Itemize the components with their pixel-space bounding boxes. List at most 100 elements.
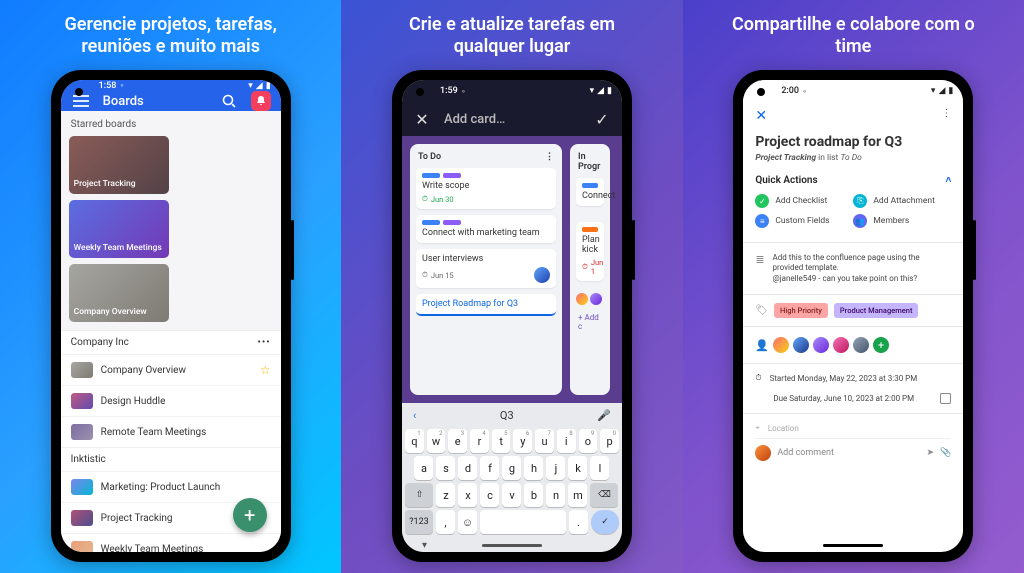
member-add-button[interactable]: + (873, 337, 889, 353)
due-date-row[interactable]: Due Saturday, June 10, 2023 at 2:00 PM (755, 388, 951, 409)
card-plan-kick[interactable]: Plan kick ⏱Jun 1 (576, 222, 604, 281)
workspace-header-company-inc[interactable]: Company Inc ••• (61, 330, 281, 354)
workspace-header-inktistic[interactable]: Inktistic (61, 447, 281, 471)
key-f[interactable]: f (480, 456, 499, 480)
key-period[interactable]: . (569, 510, 588, 534)
card-connect-marketing[interactable]: Connect with marketing team (416, 215, 556, 243)
notifications-button[interactable] (251, 91, 271, 111)
key-enter[interactable]: ✓ (591, 510, 619, 534)
list-menu-icon[interactable]: ⋮ (545, 152, 554, 162)
more-icon[interactable]: ••• (258, 337, 271, 348)
chevron-left-icon[interactable]: ‹ (413, 409, 416, 422)
board-card-company-overview[interactable]: Company Overview (69, 264, 169, 322)
key-symbols[interactable]: ?123 (405, 510, 433, 534)
location-row[interactable]: ⌖ Location (755, 418, 951, 438)
board-card-weekly-team-meetings[interactable]: Weekly Team Meetings (69, 200, 169, 258)
mic-icon[interactable]: 🎤 (597, 409, 611, 422)
list-in-progress[interactable]: In Progr Connect Plan kick ⏱Jun 1 + Add … (570, 144, 610, 395)
key-n[interactable]: n (546, 483, 565, 507)
qa-members[interactable]: 👥Members (853, 214, 947, 228)
key-comma[interactable]: , (436, 510, 455, 534)
card-user-interviews[interactable]: User interviews ⏱Jun 15 (416, 249, 556, 288)
board-row-remote-team-meetings[interactable]: Remote Team Meetings (61, 416, 281, 447)
key-u[interactable]: u7 (535, 429, 554, 453)
key-backspace[interactable]: ⌫ (590, 483, 618, 507)
key-m[interactable]: m (568, 483, 587, 507)
key-e[interactable]: e3 (448, 429, 467, 453)
key-b[interactable]: b (524, 483, 543, 507)
member-avatar[interactable] (793, 337, 809, 353)
more-icon[interactable]: ⋮ (941, 108, 951, 124)
label-product-management[interactable]: Product Management (834, 303, 919, 318)
list-to-do[interactable]: To Do ⋮ Write scope ⏱Jun 30 Connect with… (410, 144, 562, 395)
nav-keyboard-hide-icon[interactable]: ▾ (422, 540, 427, 551)
board-row-weekly-team-meetings[interactable]: Weekly Team Meetings (61, 533, 281, 552)
close-icon[interactable]: ✕ (755, 108, 767, 124)
keyboard-suggestion[interactable]: Q3 (500, 409, 514, 422)
key-t[interactable]: t5 (492, 429, 511, 453)
key-j[interactable]: j (546, 456, 565, 480)
chevron-up-icon[interactable]: ˄ (945, 175, 951, 186)
divider (743, 326, 963, 327)
attachment-icon: ⎘ (853, 194, 867, 208)
member-avatar[interactable] (813, 337, 829, 353)
search-icon[interactable] (219, 91, 239, 111)
key-i[interactable]: i8 (557, 429, 576, 453)
description-row[interactable]: ≣ Add this to the confluence page using … (755, 247, 951, 290)
add-card-link[interactable]: + Add c (576, 311, 604, 333)
board-card-project-tracking[interactable]: Project Tracking (69, 136, 169, 194)
board-canvas[interactable]: To Do ⋮ Write scope ⏱Jun 30 Connect with… (402, 136, 622, 403)
key-s[interactable]: s (436, 456, 455, 480)
labels-row[interactable]: 🏷 High Priority Product Management (755, 299, 951, 322)
create-board-fab[interactable]: + (233, 498, 267, 532)
card-title[interactable]: Project roadmap for Q3 (755, 134, 951, 150)
key-r[interactable]: r4 (470, 429, 489, 453)
attach-icon[interactable]: 📎 (940, 448, 951, 458)
key-x[interactable]: x (458, 483, 477, 507)
send-icon[interactable]: ➤ (927, 448, 935, 458)
key-l[interactable]: l (590, 456, 609, 480)
member-avatar[interactable] (853, 337, 869, 353)
start-date-row[interactable]: ⏱ Started Monday, May 22, 2023 at 3:30 P… (755, 368, 951, 388)
key-o[interactable]: o9 (579, 429, 598, 453)
key-p[interactable]: p0 (600, 429, 619, 453)
key-g[interactable]: g (502, 456, 521, 480)
member-avatar[interactable] (773, 337, 789, 353)
quick-actions-header[interactable]: Quick Actions ˄ (755, 171, 951, 190)
members-row[interactable]: 👤 + (755, 331, 951, 359)
key-space[interactable] (480, 510, 566, 534)
key-w[interactable]: w2 (427, 429, 446, 453)
qa-custom-fields[interactable]: ≡Custom Fields (755, 214, 849, 228)
key-a[interactable]: a (414, 456, 433, 480)
qa-add-attachment[interactable]: ⎘Add Attachment (853, 194, 947, 208)
board-row-design-huddle[interactable]: Design Huddle (61, 385, 281, 416)
new-card-input[interactable]: Project Roadmap for Q3 (416, 294, 556, 316)
key-d[interactable]: d (458, 456, 477, 480)
key-k[interactable]: k (568, 456, 587, 480)
key-v[interactable]: v (502, 483, 521, 507)
key-q[interactable]: q1 (405, 429, 424, 453)
divider (743, 413, 963, 414)
card-connect[interactable]: Connect (576, 178, 604, 206)
star-icon[interactable]: ☆ (260, 363, 271, 377)
card-write-scope[interactable]: Write scope ⏱Jun 30 (416, 168, 556, 209)
key-shift[interactable]: ⇧ (405, 483, 433, 507)
key-c[interactable]: c (480, 483, 499, 507)
key-h[interactable]: h (524, 456, 543, 480)
marketing-panel-1: Gerencie projetos, tarefas, reuniões e m… (0, 0, 341, 573)
on-screen-keyboard[interactable]: ‹ Q3 🎤 q1w2e3r4t5y6u7i8o9p0 asdfghjkl ⇧ … (402, 403, 622, 538)
key-emoji[interactable]: ☺ (458, 510, 477, 534)
phone-screen-2: 1:59◦ ▾◢▮ ✕ Add card… ✓ To Do ⋮ Write sc… (402, 80, 622, 552)
clock-icon: ⏱ (582, 262, 588, 272)
member-avatar[interactable] (833, 337, 849, 353)
qa-add-checklist[interactable]: ✓Add Checklist (755, 194, 849, 208)
close-icon[interactable]: ✕ (412, 109, 432, 129)
key-z[interactable]: z (436, 483, 455, 507)
board-row-company-overview[interactable]: Company Overview☆ (61, 354, 281, 385)
confirm-icon[interactable]: ✓ (592, 109, 612, 129)
key-y[interactable]: y6 (513, 429, 532, 453)
card-location[interactable]: Project Tracking in list To Do (755, 153, 951, 163)
due-complete-checkbox[interactable] (940, 393, 951, 404)
label-high-priority[interactable]: High Priority (774, 303, 828, 318)
comment-input[interactable]: Add comment (777, 448, 920, 458)
